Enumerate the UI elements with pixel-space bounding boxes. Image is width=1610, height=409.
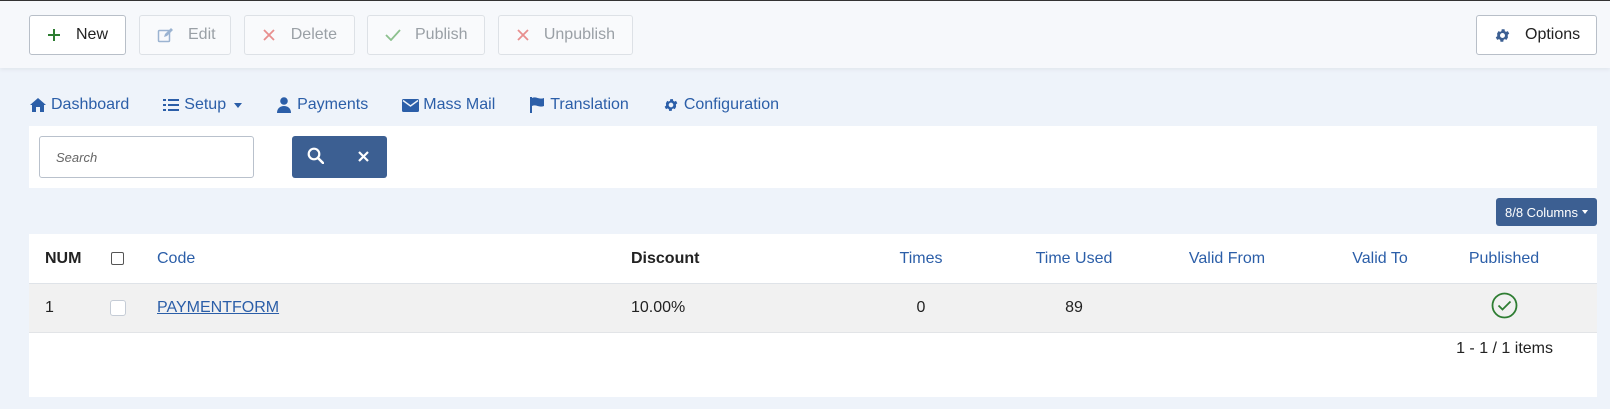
component-nav: Dashboard Setup Payments Mass Mail Trans… [29,88,812,122]
unpublish-button[interactable]: Unpublish [498,15,633,55]
nav-item-translation[interactable]: Translation [528,96,629,114]
delete-button[interactable]: Delete [244,15,355,55]
nav-item-label: Payments [297,96,369,113]
search-icon [307,147,325,168]
select-all-checkbox[interactable] [111,252,124,265]
gear-icon [662,97,680,113]
close-icon [516,26,530,44]
gear-icon [1494,26,1511,44]
row-valid-from [1169,284,1285,332]
nav-item-configuration[interactable]: Configuration [662,96,779,114]
nav-item-label: Translation [550,96,629,113]
row-published-cell [1449,284,1559,332]
published-check-icon[interactable] [1491,292,1518,324]
nav-item-label: Configuration [683,96,779,113]
home-icon [29,97,47,113]
table-header: NUM Code Discount Times Time Used Valid … [29,234,1597,284]
clear-search-button[interactable] [340,136,388,178]
nav-item-mass-mail[interactable]: Mass Mail [401,96,495,114]
edit-button-label: Edit [188,26,216,43]
close-icon [262,26,277,44]
row-checkbox[interactable] [110,300,126,316]
toolbar: New Edit Delete Publish Unpublish Option… [0,0,1610,68]
header-num: NUM [45,249,82,267]
search-button-group [292,136,387,178]
columns-dropdown-button[interactable]: 8/8 Columns [1496,198,1597,226]
new-button-label: New [75,26,108,43]
edit-button[interactable]: Edit [139,15,231,55]
nav-item-payments[interactable]: Payments [275,96,368,114]
edit-icon [157,26,174,44]
header-times[interactable]: Times [871,234,971,283]
delete-button-label: Delete [290,26,337,43]
coupons-table: NUM Code Discount Times Time Used Valid … [29,234,1597,397]
nav-item-label: Setup [184,96,227,113]
chevron-down-icon [234,102,243,108]
nav-item-label: Dashboard [51,96,130,113]
pagination-info: 1 - 1 / 1 items [1456,340,1553,357]
plus-icon [47,26,62,44]
nav-item-label: Mass Mail [423,96,496,113]
columns-button-label: 8/8 Columns [1505,204,1578,220]
publish-button[interactable]: Publish [367,15,485,55]
chevron-down-icon [1581,210,1588,214]
search-bar [29,126,1597,188]
unpublish-button-label: Unpublish [543,26,615,43]
select-all-cell [111,234,124,283]
row-times: 0 [916,299,926,316]
new-button[interactable]: New [29,15,126,55]
publish-button-label: Publish [415,26,468,43]
header-time-used[interactable]: Time Used [1019,234,1129,283]
options-button[interactable]: Options [1476,15,1597,55]
envelope-icon [401,97,419,113]
row-valid-to [1325,284,1435,332]
row-discount: 10.00% [631,299,686,316]
check-icon [385,26,401,44]
table-row: 1 PAYMENTFORM 10.00% 0 89 [29,284,1597,333]
header-valid-from[interactable]: Valid From [1169,234,1285,283]
row-select-cell [110,284,126,332]
user-icon [275,97,293,113]
nav-item-setup[interactable]: Setup [162,96,243,114]
nav-item-dashboard[interactable]: Dashboard [29,96,129,114]
flag-icon [528,97,546,113]
header-valid-to[interactable]: Valid To [1325,234,1435,283]
row-num: 1 [45,299,54,316]
close-icon [357,149,369,166]
coupon-code-link[interactable]: PAYMENTFORM [157,299,279,317]
header-code[interactable]: Code [157,234,195,283]
list-icon [162,97,180,113]
header-discount: Discount [631,249,700,267]
row-code-cell: PAYMENTFORM [157,284,279,332]
search-input[interactable] [39,136,254,178]
options-button-label: Options [1525,26,1581,43]
header-published[interactable]: Published [1449,234,1559,283]
search-button[interactable] [292,136,340,178]
row-time-used: 89 [1065,299,1083,316]
